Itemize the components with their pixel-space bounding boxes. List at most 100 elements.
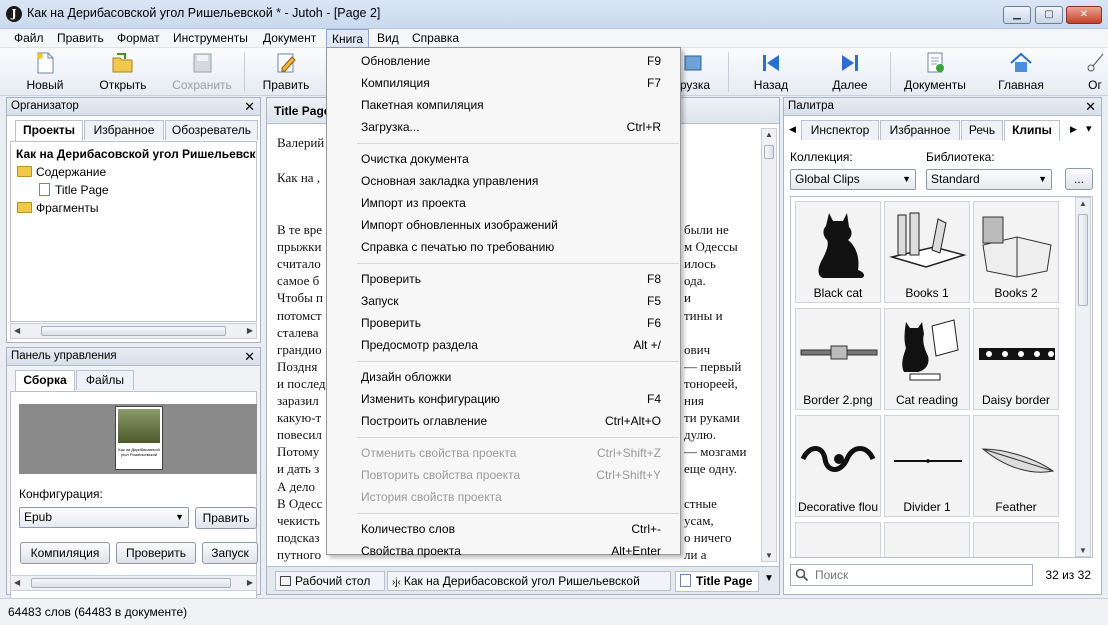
scroll-thumb[interactable] — [31, 578, 231, 588]
menu-edit[interactable]: Править — [52, 29, 109, 48]
control-panel-hscrollbar[interactable]: ◀ ▶ — [10, 575, 257, 591]
tree-title-page[interactable]: Title Page — [39, 182, 109, 198]
book-menu-item[interactable]: Изменить конфигурацию F4 — [361, 389, 661, 409]
scroll-down-icon[interactable]: ▼ — [765, 551, 773, 560]
tab-browser[interactable]: Обозреватель — [165, 120, 258, 140]
tab-inspector[interactable]: Инспектор — [801, 120, 879, 140]
scroll-up-icon[interactable]: ▲ — [765, 130, 773, 139]
clips-vscrollbar[interactable]: ▲ ▼ — [1075, 197, 1091, 557]
tab-speech[interactable]: Речь — [961, 120, 1003, 140]
compile-button[interactable]: Компиляция — [20, 542, 110, 564]
tree-fragments[interactable]: Фрагменты — [17, 200, 99, 216]
documents-button[interactable]: Документы — [902, 50, 968, 94]
book-menu-item[interactable]: Основная закладка управления — [361, 171, 661, 191]
close-icon[interactable]: ✕ — [1085, 98, 1096, 115]
config-select[interactable]: Epub ▼ — [19, 507, 189, 528]
back-button[interactable]: Назад — [748, 50, 794, 94]
clip-daisy-border[interactable]: Daisy border — [973, 308, 1059, 410]
scroll-down-icon[interactable]: ▼ — [1079, 546, 1087, 555]
book-menu-item[interactable]: Компиляция F7 — [361, 73, 661, 93]
editor-tab-title[interactable]: Title Page — [274, 104, 330, 118]
menu-book[interactable]: Книга — [326, 29, 370, 48]
new-button[interactable]: Новый — [22, 50, 68, 94]
book-menu-item[interactable]: Количество слов Ctrl+- — [361, 519, 661, 539]
scroll-thumb[interactable] — [41, 326, 226, 336]
tab-project[interactable]: ›j‹ Как на Дерибасовской угол Ришельевско… — [387, 571, 671, 591]
search-input[interactable] — [813, 566, 1023, 584]
minimize-button[interactable]: ▁ — [1003, 6, 1031, 24]
open-button[interactable]: Открыть — [96, 50, 150, 94]
editor-vscrollbar[interactable]: ▲ ▼ — [761, 128, 777, 562]
scroll-right-icon[interactable]: ▶ — [247, 578, 253, 587]
book-menu-item[interactable]: Предосмотр раздела Alt +/ — [361, 335, 661, 355]
tree-contents[interactable]: Содержание — [17, 164, 106, 180]
tab-favorites[interactable]: Избранное — [84, 120, 164, 140]
library-select[interactable]: Standard ▼ — [926, 169, 1052, 190]
scroll-thumb[interactable] — [1078, 214, 1088, 306]
tree-root[interactable]: Как на Дерибасовской угол Ришельевской — [16, 146, 256, 162]
book-menu-item[interactable]: Повторить свойства проекта Ctrl+Shift+Y — [361, 465, 661, 485]
book-menu-item[interactable]: Импорт из проекта — [361, 193, 661, 213]
clip-search-field[interactable] — [790, 564, 1033, 586]
scroll-right-icon[interactable]: ▶ — [247, 326, 253, 335]
book-menu-item[interactable]: Пакетная компиляция — [361, 95, 661, 115]
book-menu-item[interactable]: Загрузка... Ctrl+R — [361, 117, 661, 137]
close-icon[interactable]: ✕ — [244, 348, 255, 365]
clip-books-1[interactable]: Books 1 — [884, 201, 970, 303]
book-menu-item[interactable]: Обновление F9 — [361, 51, 661, 71]
book-menu-item[interactable]: Запуск F5 — [361, 291, 661, 311]
run-button[interactable]: Запуск — [202, 542, 258, 564]
edit-config-button[interactable]: Править — [195, 507, 257, 529]
book-menu-item[interactable]: Проверить F8 — [361, 269, 661, 289]
book-menu-item[interactable]: Проверить F6 — [361, 313, 661, 333]
close-window-button[interactable]: ✕ — [1066, 6, 1102, 24]
book-menu-item[interactable]: Построить оглавление Ctrl+Alt+O — [361, 411, 661, 431]
upload-button[interactable]: рузка — [678, 50, 712, 94]
organizer-hscrollbar[interactable]: ◀ ▶ — [10, 323, 257, 339]
tab-desktop[interactable]: Рабочий стол — [275, 571, 385, 591]
clip-border-2[interactable]: Border 2.png — [795, 308, 881, 410]
check-button[interactable]: Проверить — [116, 542, 196, 564]
book-menu-item[interactable]: Свойства проекта Alt+Enter — [361, 541, 661, 561]
more-button[interactable]: ... — [1065, 168, 1093, 190]
scroll-left-icon[interactable]: ◀ — [14, 326, 20, 335]
tab-title-page[interactable]: Title Page — [675, 571, 759, 592]
tab-clips[interactable]: Клипы — [1004, 120, 1060, 141]
clip-divider-1[interactable]: Divider 1 — [884, 415, 970, 517]
tab-scroll-left-icon[interactable]: ◀ — [789, 124, 796, 135]
book-menu-item[interactable]: Очистка документа — [361, 149, 661, 169]
menu-format[interactable]: Формат — [112, 29, 165, 48]
forward-button[interactable]: Далее — [828, 50, 872, 94]
clip-cat-reading[interactable]: Cat reading — [884, 308, 970, 410]
edit-button[interactable]: Править — [258, 50, 314, 94]
book-menu-item[interactable]: История свойств проекта — [361, 487, 661, 507]
menu-file[interactable]: Файл — [9, 29, 49, 48]
tab-scroll-right-icon[interactable]: ▶ — [1070, 124, 1077, 135]
book-menu-item[interactable]: Дизайн обложки — [361, 367, 661, 387]
tab-palette-favorites[interactable]: Избранное — [880, 120, 960, 140]
clip-partial[interactable] — [884, 522, 970, 557]
cut-button[interactable]: Ог — [1082, 50, 1108, 94]
menu-document[interactable]: Документ — [258, 29, 321, 48]
clip-partial[interactable] — [795, 522, 881, 557]
tab-menu-icon[interactable]: ▾ — [1086, 122, 1092, 135]
book-menu-item[interactable]: Справка с печатью по требованию — [361, 237, 661, 257]
save-button[interactable]: Сохранить — [170, 50, 234, 94]
clip-books-2[interactable]: Books 2 — [973, 201, 1059, 303]
book-menu-item[interactable]: Отменить свойства проекта Ctrl+Shift+Z — [361, 443, 661, 463]
book-menu-item[interactable]: Импорт обновленных изображений — [361, 215, 661, 235]
jutoh-app-icon[interactable]: J — [6, 6, 22, 22]
clip-partial[interactable] — [973, 522, 1059, 557]
clip-decorative-flourish[interactable]: Decorative flou — [795, 415, 881, 517]
maximize-button[interactable]: ▢ — [1035, 6, 1063, 24]
clip-feather[interactable]: Feather — [973, 415, 1059, 517]
tab-files[interactable]: Файлы — [76, 370, 134, 390]
menu-help[interactable]: Справка — [407, 29, 464, 48]
menu-view[interactable]: Вид — [372, 29, 404, 48]
menu-tools[interactable]: Инструменты — [168, 29, 253, 48]
scroll-left-icon[interactable]: ◀ — [14, 578, 20, 587]
close-icon[interactable]: ✕ — [244, 98, 255, 115]
tab-list-chevron-icon[interactable]: ▼ — [764, 573, 774, 584]
collection-select[interactable]: Global Clips ▼ — [790, 169, 916, 190]
tab-build[interactable]: Сборка — [15, 370, 75, 391]
